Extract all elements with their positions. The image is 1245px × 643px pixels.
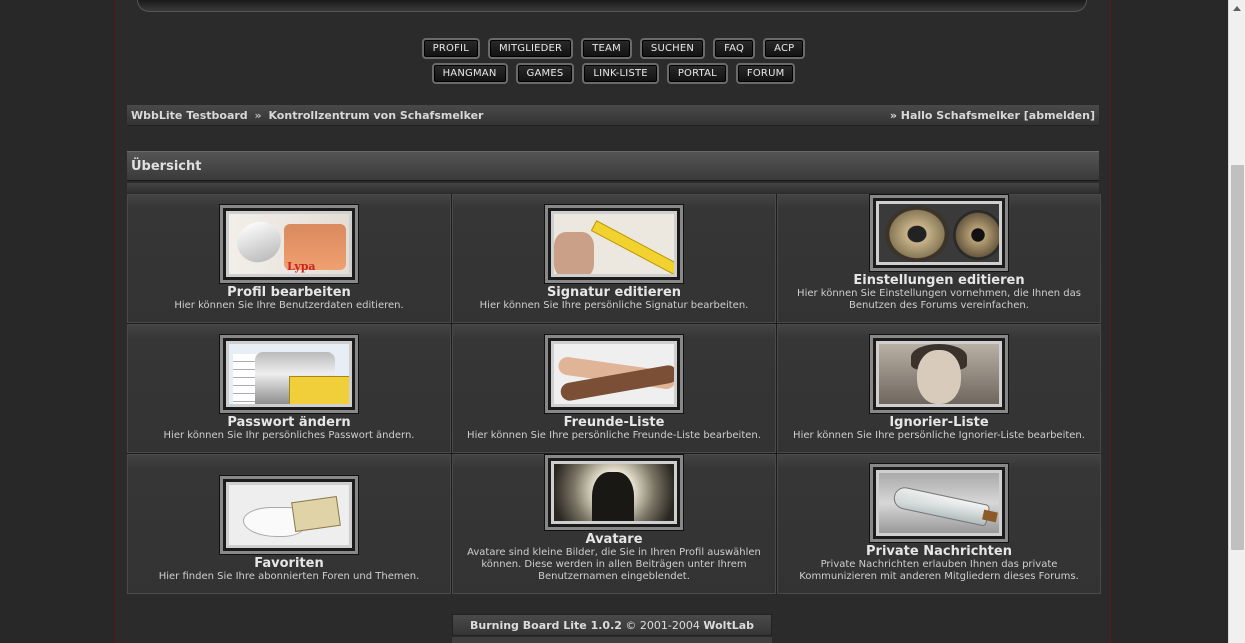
item-title[interactable]: Einstellungen editieren — [853, 273, 1024, 288]
breadcrumb: WbbLite Testboard » Kontrollzentrum von … — [127, 105, 1099, 126]
gears-image[interactable] — [870, 195, 1008, 271]
item-title[interactable]: Signatur editieren — [547, 285, 681, 300]
item-desc: Avatare sind kleine Bilder, die Sie in I… — [467, 547, 761, 582]
nav-link-liste-button[interactable]: LINK-LISTE — [582, 63, 659, 84]
item-desc: Hier können Sie Ihre Benutzerdaten editi… — [174, 300, 404, 311]
logout-link[interactable]: [abmelden] — [1024, 109, 1095, 122]
breadcrumb-current: Kontrollzentrum von Schafsmelker — [268, 108, 484, 122]
padlock-image[interactable] — [220, 335, 358, 413]
footer-subbar — [452, 637, 772, 643]
item-title[interactable]: Avatare — [585, 532, 642, 547]
pencil-hand-image[interactable] — [545, 205, 683, 283]
message-bottle-image[interactable] — [870, 464, 1008, 542]
crossed-arms-image[interactable] — [545, 335, 683, 413]
item-signatur-editieren[interactable]: Signatur editieren Hier können Sie Ihre … — [452, 194, 776, 323]
item-desc: Hier finden Sie Ihre abonnierten Foren u… — [158, 571, 420, 582]
nav-faq-button[interactable]: FAQ — [713, 38, 756, 59]
nav-portal-button[interactable]: PORTAL — [666, 63, 728, 84]
profile-jar-image[interactable]: Lypa — [220, 205, 358, 283]
item-desc: Hier können Sie Ihre persönliche Ignorie… — [793, 430, 1085, 441]
item-desc: Private Nachrichten erlauben Ihnen das p… — [799, 559, 1079, 582]
nav-team-button[interactable]: TEAM — [581, 38, 632, 59]
scrollbar-thumb[interactable] — [1231, 165, 1244, 550]
nav-forum-button[interactable]: FORUM — [735, 63, 796, 84]
item-avatare[interactable]: Avatare Avatare sind kleine Bilder, die … — [452, 454, 776, 594]
right-background-strip — [1110, 0, 1228, 643]
item-title[interactable]: Passwort ändern — [227, 415, 350, 430]
page-container: PROFIL MITGLIEDER TEAM SUCHEN FAQ ACP HA… — [117, 0, 1110, 643]
nav-suchen-button[interactable]: SUCHEN — [639, 38, 706, 59]
nav-games-button[interactable]: GAMES — [515, 63, 575, 84]
item-title[interactable]: Private Nachrichten — [866, 544, 1012, 559]
item-private-nachrichten[interactable]: Private Nachrichten Private Nachrichten … — [777, 454, 1101, 594]
user-greeting: » Hallo Schafsmelker [abmelden] — [890, 109, 1095, 122]
silhouette-image[interactable] — [545, 455, 683, 530]
nav-profil-button[interactable]: PROFIL — [421, 38, 480, 59]
item-favoriten[interactable]: Favoriten Hier finden Sie Ihre abonniert… — [127, 454, 451, 594]
section-title: Übersicht — [127, 151, 1099, 181]
scroll-up-arrow-icon[interactable] — [1229, 0, 1245, 17]
item-einstellungen-editieren[interactable]: Einstellungen editieren Hier können Sie … — [777, 194, 1101, 323]
item-profil-bearbeiten[interactable]: Lypa Profil bearbeiten Hier können Sie I… — [127, 194, 451, 323]
item-desc: Hier können Sie Ihre persönliche Signatu… — [479, 300, 749, 311]
breadcrumb-separator: » — [254, 108, 262, 122]
header-decoration — [137, 0, 1087, 12]
section-subheader — [127, 183, 1099, 193]
item-freunde-liste[interactable]: Freunde-Liste Hier können Sie Ihre persö… — [452, 324, 776, 453]
item-desc: Hier können Sie Einstellungen vornehmen,… — [797, 288, 1081, 311]
item-title[interactable]: Freunde-Liste — [564, 415, 665, 430]
greeting-text: » Hallo Schafsmelker — [889, 108, 1020, 122]
nav-mitglieder-button[interactable]: MITGLIEDER — [487, 38, 574, 59]
nav-hangman-button[interactable]: HANGMAN — [431, 63, 508, 84]
vertical-scrollbar[interactable] — [1228, 0, 1245, 643]
covered-ears-image[interactable] — [870, 335, 1008, 413]
item-title[interactable]: Favoriten — [254, 556, 323, 571]
footer-product: Burning Board Lite 1.0.2 — [469, 619, 622, 632]
item-desc: Hier können Sie Ihr persönliches Passwor… — [163, 430, 415, 441]
item-title[interactable]: Ignorier-Liste — [889, 415, 988, 430]
item-ignorier-liste[interactable]: Ignorier-Liste Hier können Sie Ihre pers… — [777, 324, 1101, 453]
left-background-strip — [0, 0, 116, 643]
item-title[interactable]: Profil bearbeiten — [227, 285, 351, 300]
footer-copyright: © 2001-2004 — [625, 619, 700, 632]
nav-row-1: PROFIL MITGLIEDER TEAM SUCHEN FAQ ACP — [117, 38, 1110, 59]
item-desc: Hier können Sie Ihre persönliche Freunde… — [467, 430, 761, 441]
breadcrumb-path: WbbLite Testboard » Kontrollzentrum von … — [131, 109, 483, 122]
copyright-footer: Burning Board Lite 1.0.2 © 2001-2004 Wol… — [452, 614, 772, 643]
dove-letter-image[interactable] — [220, 476, 358, 554]
nav-row-2: HANGMAN GAMES LINK-LISTE PORTAL FORUM — [117, 63, 1110, 84]
breadcrumb-board-link[interactable]: WbbLite Testboard — [131, 109, 248, 122]
control-panel-grid: Lypa Profil bearbeiten Hier können Sie I… — [127, 194, 1101, 594]
item-passwort-aendern[interactable]: Passwort ändern Hier können Sie Ihr pers… — [127, 324, 451, 453]
nav-acp-button[interactable]: ACP — [763, 38, 806, 59]
